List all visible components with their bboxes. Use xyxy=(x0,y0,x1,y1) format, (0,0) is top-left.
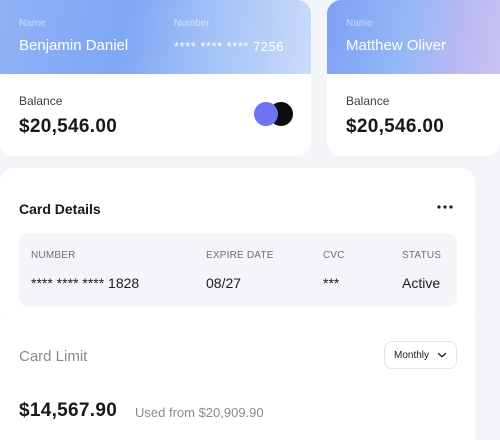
chevron-down-icon xyxy=(437,352,447,358)
balance-value: $20,546.00 xyxy=(19,116,118,137)
card-number-value: **** **** **** 1828 xyxy=(31,275,140,291)
balance-label: Balance xyxy=(346,94,390,108)
column-header-expire-date: EXPIRE DATE xyxy=(206,250,274,261)
card-details-table: NUMBER EXPIRE DATE CVC STATUS **** **** … xyxy=(19,233,457,307)
period-dropdown-value: Monthly xyxy=(394,350,430,361)
card-holder-name: Benjamin Daniel xyxy=(19,37,129,54)
card-name-label: Name xyxy=(346,18,373,29)
cvc-value: *** xyxy=(323,275,340,291)
card-name-label: Name xyxy=(19,18,46,29)
credit-card-matthew[interactable]: Name Matthew Oliver Balance $20,546.00 xyxy=(327,0,500,156)
column-header-status: STATUS xyxy=(402,250,442,261)
brand-circle-blue xyxy=(254,102,278,126)
status-value: Active xyxy=(402,275,441,291)
more-horizontal-icon[interactable] xyxy=(437,200,457,216)
card-number: **** **** **** 7256 xyxy=(174,39,284,54)
card-header: Name Benjamin Daniel Number **** **** **… xyxy=(0,0,311,74)
period-dropdown[interactable]: Monthly xyxy=(384,341,457,369)
card-balance-section: Balance $20,546.00 xyxy=(0,74,311,156)
balance-value: $20,546.00 xyxy=(346,116,445,137)
card-details-panel: Card Details NUMBER EXPIRE DATE CVC STAT… xyxy=(0,168,475,328)
card-number-label: Number xyxy=(174,18,210,29)
column-header-cvc: CVC xyxy=(323,250,345,261)
card-limit-amount: $14,567.90 xyxy=(19,400,118,421)
card-limit-title: Card Limit xyxy=(19,348,88,365)
card-details-title: Card Details xyxy=(19,201,101,217)
card-limit-panel: Card Limit Monthly $14,567.90 Used from … xyxy=(0,320,475,440)
credit-card-benjamin[interactable]: Name Benjamin Daniel Number **** **** **… xyxy=(0,0,311,156)
expire-date-value: 08/27 xyxy=(206,275,242,291)
card-balance-section: Balance $20,546.00 xyxy=(327,74,500,156)
card-limit-used-text: Used from $20,909.90 xyxy=(135,405,264,420)
balance-label: Balance xyxy=(19,94,63,108)
card-holder-name: Matthew Oliver xyxy=(346,37,447,54)
card-header: Name Matthew Oliver xyxy=(327,0,500,74)
column-header-number: NUMBER xyxy=(31,250,76,261)
card-brand-logo-icon xyxy=(254,102,294,126)
